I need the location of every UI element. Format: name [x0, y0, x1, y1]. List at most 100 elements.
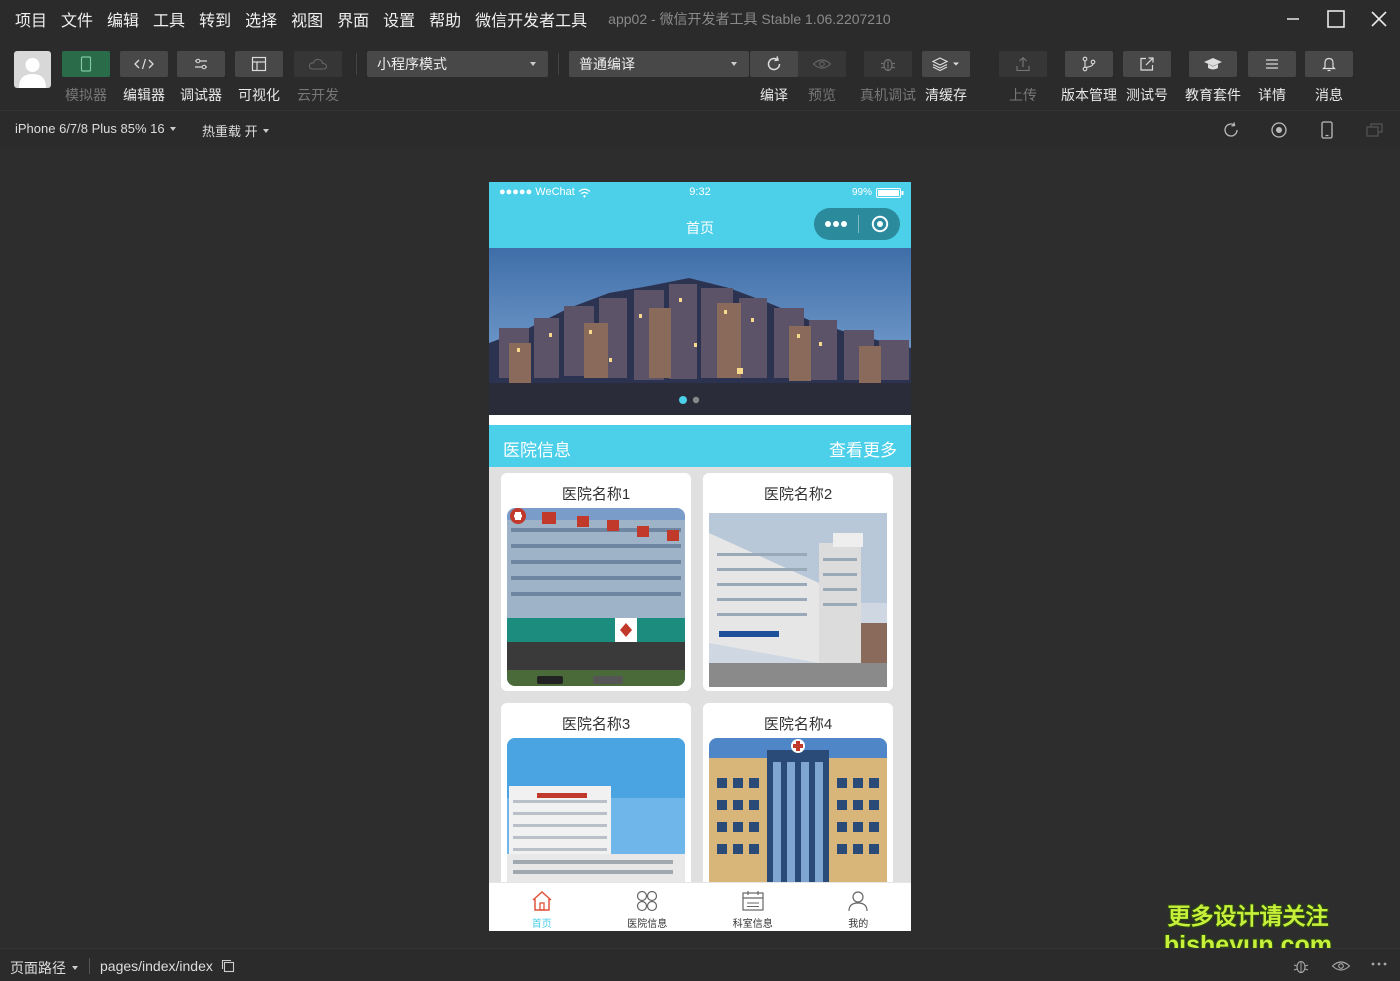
simulator-button[interactable] [62, 51, 110, 77]
maximize-button[interactable] [1314, 0, 1357, 38]
phone-nav-bar: 首页 [489, 204, 911, 248]
more-dots-icon [825, 221, 847, 227]
upload-button[interactable] [999, 51, 1047, 77]
messages-tool[interactable]: 消息 [1305, 51, 1353, 105]
preview-button[interactable] [798, 51, 846, 77]
editor-button[interactable] [120, 51, 168, 77]
more-button[interactable] [814, 208, 858, 240]
toolbar-divider [558, 53, 559, 75]
simulator-tool[interactable]: 模拟器 [62, 51, 110, 105]
layers-icon [931, 57, 959, 72]
stop-circle-icon [1271, 122, 1287, 138]
minimize-icon [1286, 18, 1299, 20]
tab-label: 首页 [531, 919, 552, 930]
debugger-button[interactable] [177, 51, 225, 77]
upload-tool[interactable]: 上传 [999, 51, 1047, 105]
device-select[interactable]: iPhone 6/7/8 Plus 85% 16 [15, 121, 176, 136]
remote-debug-tool[interactable]: 真机调试 [860, 51, 916, 105]
edu-tool[interactable]: 教育套件 [1185, 51, 1241, 105]
test-account-tool[interactable]: 测试号 [1123, 51, 1171, 105]
toolbar-divider [356, 53, 357, 75]
device-frame-button[interactable] [1317, 120, 1337, 140]
capsule-menu [814, 208, 900, 240]
menu-wechat-devtools[interactable]: 微信开发者工具 [468, 7, 594, 31]
menu-lines-icon [1266, 59, 1278, 69]
tab-hospital-info[interactable]: 医院信息 [595, 883, 701, 931]
cloud-tool[interactable]: 云开发 [294, 51, 342, 105]
menu-goto[interactable]: 转到 [192, 7, 238, 31]
menu-interface[interactable]: 界面 [330, 7, 376, 31]
tab-home[interactable]: 首页 [489, 883, 595, 931]
phone-time: 9:32 [689, 186, 711, 198]
close-window-button[interactable] [1357, 0, 1400, 38]
preview-tool[interactable]: 预览 [798, 51, 846, 105]
phone-tab-bar: 首页 医院信息 科室信息 我的 [489, 882, 911, 931]
detach-button[interactable] [1365, 120, 1385, 140]
debugger-tool[interactable]: 调试器 [177, 51, 225, 105]
menu-file[interactable]: 文件 [54, 7, 100, 31]
hospital-card[interactable]: 医院名称3 [501, 703, 691, 882]
hospital-card[interactable]: 医院名称4 [703, 703, 893, 882]
copy-icon[interactable] [221, 959, 235, 973]
messages-button[interactable] [1305, 51, 1353, 77]
device-select-value: iPhone 6/7/8 Plus 85% 16 [15, 121, 165, 136]
clear-cache-tool[interactable]: 清缓存 [922, 51, 970, 105]
hospital-card[interactable]: 医院名称1 [501, 473, 691, 691]
rotate-icon [1224, 122, 1238, 137]
bug-icon [880, 58, 896, 72]
details-tool[interactable]: 详情 [1248, 51, 1296, 105]
debug-status-button[interactable] [1292, 957, 1310, 980]
menu-edit[interactable]: 编辑 [100, 7, 146, 31]
menu-bar: 项目 文件 编辑 工具 转到 选择 视图 界面 设置 帮助 微信开发者工具 ap… [0, 0, 1400, 38]
visual-button[interactable] [235, 51, 283, 77]
target-circle-icon [871, 215, 888, 233]
editor-tool[interactable]: 编辑器 [120, 51, 168, 105]
view-more-link[interactable]: 查看更多 [829, 436, 897, 461]
status-divider [89, 958, 90, 974]
clear-cache-button[interactable] [922, 51, 970, 77]
bell-icon [1322, 57, 1336, 72]
calendar-icon [742, 891, 764, 911]
mode-select-value: 小程序模式 [377, 56, 447, 72]
menu-settings[interactable]: 设置 [376, 7, 422, 31]
preview-status-button[interactable] [1331, 959, 1351, 978]
more-options-button[interactable] [1370, 957, 1388, 974]
menu-select[interactable]: 选择 [238, 7, 284, 31]
compile-mode-select[interactable]: 普通编译 [569, 51, 749, 77]
hospital-image [507, 508, 685, 686]
menu-tools[interactable]: 工具 [146, 7, 192, 31]
compile-button[interactable] [750, 51, 798, 77]
hospital-card[interactable]: 医院名称2 [703, 473, 893, 691]
compile-tool[interactable]: 编译 [750, 51, 798, 105]
version-tool[interactable]: 版本管理 [1061, 51, 1117, 105]
rotate-button[interactable] [1221, 120, 1241, 140]
test-account-button[interactable] [1123, 51, 1171, 77]
chevron-down-icon [169, 126, 176, 131]
menu-project[interactable]: 项目 [8, 7, 54, 31]
hospital-name: 医院名称3 [561, 716, 631, 733]
menu-view[interactable]: 视图 [284, 7, 330, 31]
edu-button[interactable] [1189, 51, 1237, 77]
page-path-label: 页面路径 [10, 960, 66, 976]
version-button[interactable] [1065, 51, 1113, 77]
details-button[interactable] [1248, 51, 1296, 77]
cloud-button[interactable] [294, 51, 342, 77]
hot-reload-select[interactable]: 热重载 开 [202, 121, 269, 140]
tab-mine[interactable]: 我的 [806, 883, 912, 931]
remote-debug-button[interactable] [864, 51, 912, 77]
page-path-select[interactable]: 页面路径 [10, 958, 78, 978]
tab-department-info[interactable]: 科室信息 [700, 883, 806, 931]
close-miniprogram-button[interactable] [859, 208, 900, 240]
visual-tool[interactable]: 可视化 [235, 51, 283, 105]
stop-button[interactable] [1269, 120, 1289, 140]
bug-icon [1293, 960, 1309, 974]
minimize-button[interactable] [1271, 0, 1314, 38]
cloud-label: 云开发 [297, 87, 339, 103]
banner-swiper[interactable] [489, 248, 911, 415]
mode-select[interactable]: 小程序模式 [367, 51, 548, 77]
toolbar: 模拟器 编辑器 调试器 可视化 云开发 小程序模式 普通编译 编译 预览 真机调… [0, 38, 1400, 110]
avatar[interactable] [14, 51, 51, 88]
test-account-label: 测试号 [1126, 87, 1168, 103]
eye-icon [812, 59, 832, 69]
menu-help[interactable]: 帮助 [422, 7, 468, 31]
